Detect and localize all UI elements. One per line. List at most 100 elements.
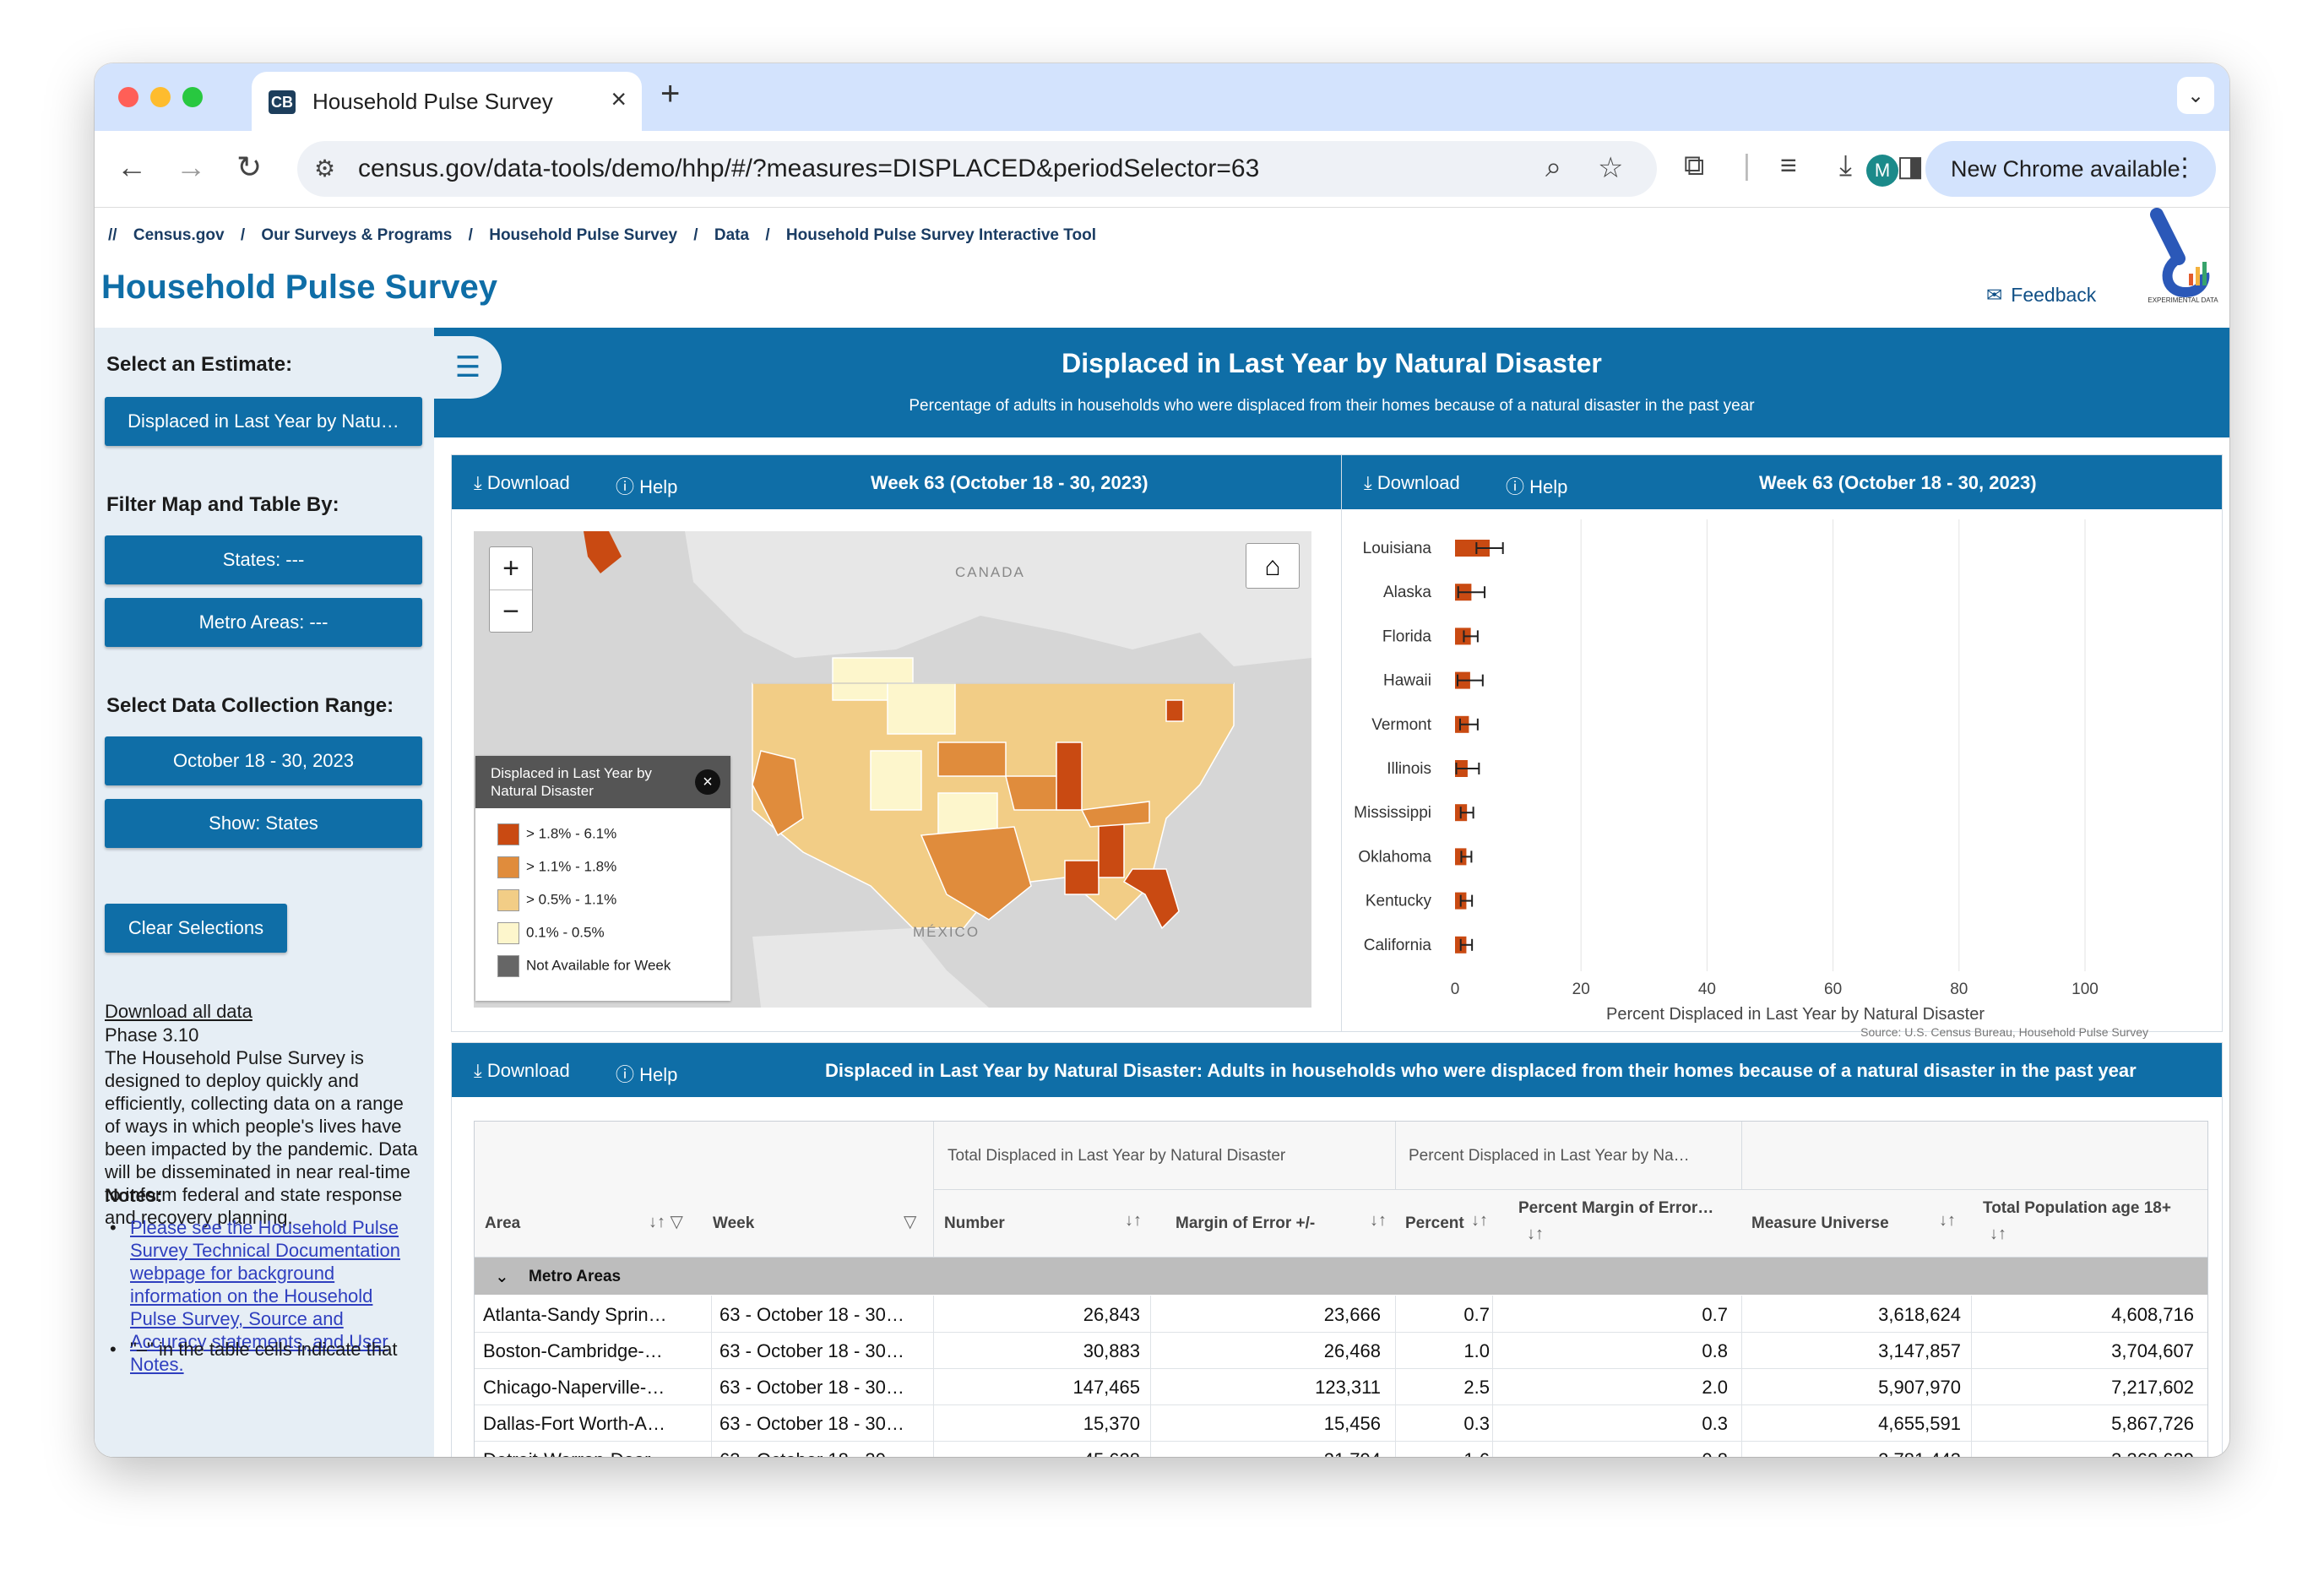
forward-icon[interactable]: → (176, 149, 206, 185)
col-header-moe[interactable]: Margin of Error +/- (1176, 1214, 1315, 1233)
legend-item: Not Available for Week (497, 955, 671, 977)
table-row[interactable]: Atlanta-Sandy Sprin… 63 - October 18 - 30… (475, 1296, 2207, 1333)
browser-tab[interactable]: CB Household Pulse Survey × (252, 72, 642, 131)
us-choropleth-map[interactable]: CANADA MÉXICO + − ⌂ Displaced in Last Ye… (474, 531, 1311, 1008)
show-states-button[interactable]: Show: States (105, 799, 422, 848)
breadcrumb-surveys[interactable]: Our Surveys & Programs (261, 226, 452, 244)
sort-icon[interactable]: ↓↑ (1990, 1225, 2006, 1244)
table-row[interactable]: Chicago-Naperville-… 63 - October 18 - 30… (475, 1368, 2207, 1405)
maximize-window-button[interactable] (182, 87, 203, 107)
legend-item: > 0.5% - 1.1% (497, 889, 616, 911)
estimate-select-button[interactable]: Displaced in Last Year by Natu… (105, 397, 422, 446)
table-help-button[interactable]: ⓘ Help (616, 1060, 677, 1087)
table-cell: 63 - October 18 - 30… (719, 1449, 926, 1457)
table-cell: 0.7 (1463, 1304, 1490, 1325)
col-header-total-pop[interactable]: Total Population age 18+ (1983, 1199, 2171, 1218)
clear-selections-button[interactable]: Clear Selections (105, 904, 287, 953)
col-header-universe[interactable]: Measure Universe (1751, 1214, 1889, 1233)
download-icon[interactable]: ⤓ (1839, 149, 1852, 182)
zoom-out-button[interactable]: − (490, 590, 532, 633)
zoom-in-button[interactable]: + (490, 547, 532, 590)
table-cell: 147,465 (1072, 1377, 1140, 1398)
cell-divider (1150, 1332, 1151, 1368)
table-row[interactable]: Detroit-Warren-Dear… 63 - October 18 - 30… (475, 1441, 2207, 1457)
chart-download-button[interactable]: ⤓ Download (1364, 472, 1460, 494)
close-window-button[interactable] (118, 87, 138, 107)
filter-icon[interactable]: ▽ (904, 1211, 916, 1232)
new-chrome-available-button[interactable]: New Chrome available ⋮ (1925, 141, 2216, 197)
table-cell: 63 - October 18 - 30… (719, 1413, 904, 1434)
col-header-number[interactable]: Number (944, 1214, 1005, 1233)
profile-avatar[interactable]: M (1866, 155, 1898, 187)
table-cell: 123,311 (1315, 1377, 1381, 1398)
group-row-metro-areas[interactable]: ⌄ Metro Areas (475, 1258, 2207, 1295)
breadcrumb-census[interactable]: Census.gov (133, 226, 225, 244)
table-cell: 2.0 (1702, 1377, 1728, 1398)
map-zoom-control: + − (489, 546, 533, 633)
map-home-icon[interactable]: ⌂ (1246, 543, 1300, 589)
cell-divider (1741, 1368, 1742, 1404)
address-bar[interactable]: ⚙ census.gov/data-tools/demo/hhp/#/?meas… (297, 141, 1657, 197)
cell-divider (1971, 1332, 1972, 1368)
sort-icon[interactable]: ↓↑ (1471, 1211, 1488, 1231)
bullet: • (110, 1217, 117, 1238)
media-icon[interactable]: ≡ (1780, 149, 1797, 182)
tab-search-icon[interactable]: ⌄ (2177, 77, 2214, 114)
chart-help-button[interactable]: ⓘ Help (1506, 472, 1567, 499)
col-header-area[interactable]: Area (485, 1214, 520, 1233)
y-category-label: Mississippi (1354, 804, 1431, 822)
table-download-button[interactable]: ⤓ Download (474, 1060, 570, 1082)
table-cell: 7,217,602 (2111, 1377, 2194, 1398)
x-tick-label: 0 (1451, 981, 1460, 998)
range-select-button[interactable]: October 18 - 30, 2023 (105, 736, 422, 785)
table-row[interactable]: Dallas-Fort Worth-A… 63 - October 18 - 30… (475, 1404, 2207, 1442)
map-help-button[interactable]: ⓘ Help (616, 472, 677, 499)
feedback-link[interactable]: ✉ Feedback (1986, 284, 2096, 307)
table-cell: 30,883 (1083, 1340, 1140, 1361)
download-icon: ⤓ (474, 1060, 487, 1081)
more-menu-icon[interactable]: ⋮ (2172, 153, 2197, 182)
col-header-percent-moe[interactable]: Percent Margin of Error… (1518, 1199, 1713, 1218)
breadcrumb-sep: / (765, 226, 770, 244)
minimize-window-button[interactable] (150, 87, 171, 107)
cell-divider (1150, 1404, 1151, 1441)
reload-icon[interactable]: ↻ (236, 149, 262, 185)
back-icon[interactable]: ← (117, 149, 147, 185)
states-filter-button[interactable]: States: --- (105, 535, 422, 584)
zoom-icon[interactable]: ⌕ (1545, 151, 1561, 184)
sort-icon[interactable]: ↓↑ (1370, 1211, 1387, 1231)
y-category-label: Hawaii (1383, 672, 1431, 690)
url-text[interactable]: census.gov/data-tools/demo/hhp/#/?measur… (358, 155, 1259, 183)
close-tab-icon[interactable]: × (611, 84, 627, 115)
breadcrumb-data[interactable]: Data (714, 226, 749, 244)
map-download-button[interactable]: ⤓ Download (474, 472, 570, 494)
sort-icon[interactable]: ↓↑ (1527, 1225, 1544, 1244)
download-label: Download (486, 472, 570, 493)
legend-close-icon[interactable]: × (695, 769, 720, 795)
site-settings-icon[interactable]: ⚙ (314, 155, 335, 182)
sort-icon[interactable]: ↓↑ (1125, 1211, 1142, 1231)
table-cell: 45,628 (933, 1449, 1140, 1457)
group-header-percent: Percent Displaced in Last Year by Na… (1409, 1147, 1690, 1165)
extensions-icon[interactable]: ⧉ (1684, 149, 1704, 182)
chevron-down-icon[interactable]: ⌄ (495, 1266, 509, 1287)
x-tick-label: 20 (1572, 981, 1590, 998)
estimate-banner: ☰ Displaced in Last Year by Natural Disa… (434, 328, 2229, 437)
metro-filter-button[interactable]: Metro Areas: --- (105, 598, 422, 647)
bookmark-star-icon[interactable]: ☆ (1598, 151, 1623, 185)
col-header-percent[interactable]: Percent (1405, 1214, 1464, 1233)
sort-filter-icon[interactable]: ↓↑ ▽ (649, 1211, 683, 1232)
range-label: Select Data Collection Range: (106, 694, 394, 717)
table-cell: 2.5 (1463, 1377, 1490, 1398)
breadcrumb-tool[interactable]: Household Pulse Survey Interactive Tool (786, 226, 1096, 244)
sort-icon[interactable]: ↓↑ (1939, 1211, 1956, 1231)
col-header-week[interactable]: Week (713, 1214, 754, 1233)
breadcrumb-hps[interactable]: Household Pulse Survey (489, 226, 677, 244)
census-favicon: CB (269, 90, 296, 114)
side-panel-icon[interactable]: ◨ (1897, 149, 1924, 183)
new-tab-icon[interactable]: + (660, 75, 680, 113)
bullet: • (110, 1339, 117, 1360)
download-all-data-link[interactable]: Download all data (105, 1000, 422, 1023)
table-row[interactable]: Boston-Cambridge-… 63 - October 18 - 30… 3… (475, 1332, 2207, 1369)
download-icon: ⤓ (1364, 472, 1377, 493)
